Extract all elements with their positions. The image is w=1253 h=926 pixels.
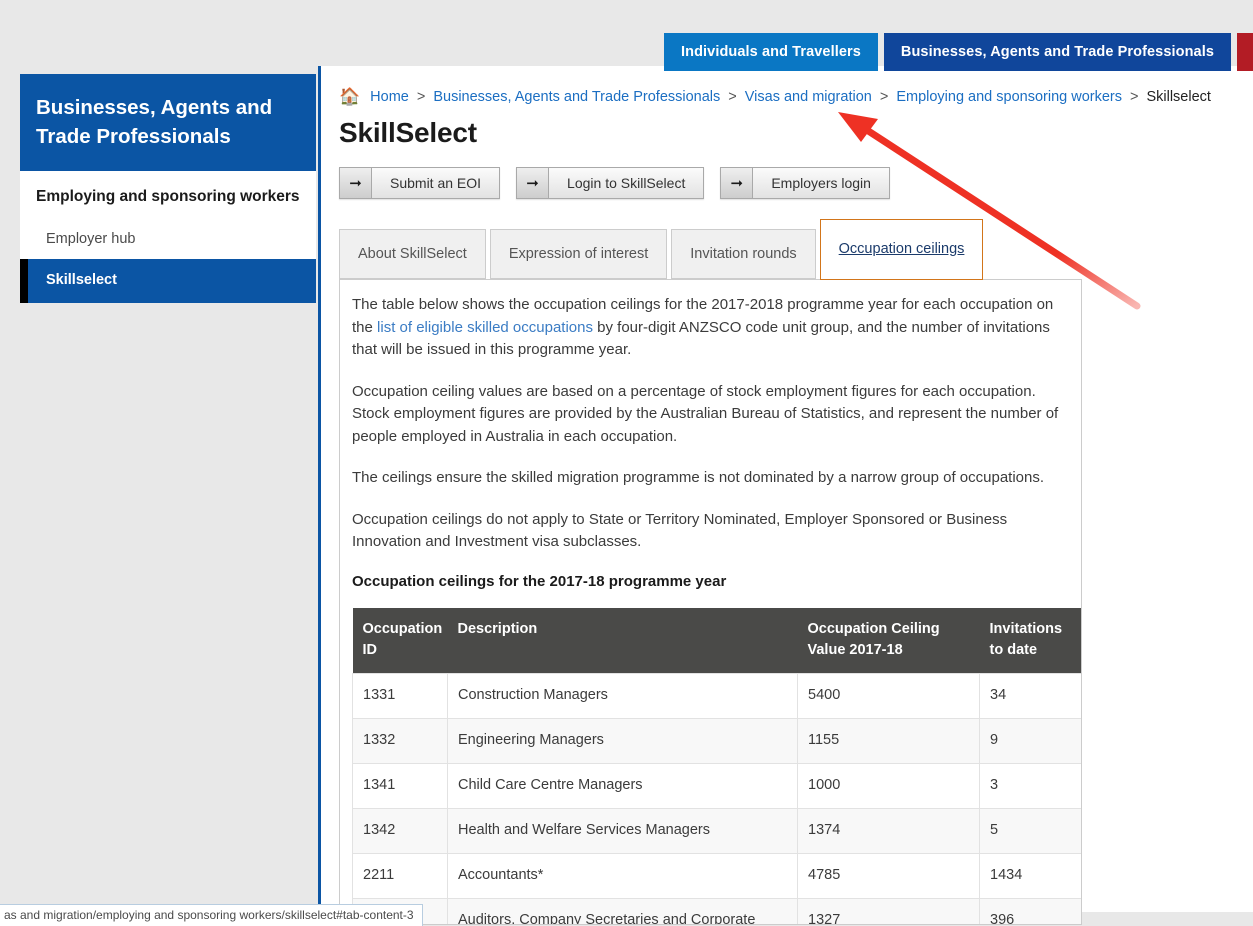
- top-audience-nav: Individuals and Travellers Businesses, A…: [664, 33, 1253, 71]
- sidebar-section-title-employing-and-sponsoring-workers: Employing and sponsoring workers: [36, 188, 300, 205]
- column-header-occupation-ceiling-value: Occupation Ceiling Value 2017-18: [797, 607, 980, 673]
- cell-occupation-id: 1331: [352, 672, 448, 719]
- cell-invitations-to-date: 9: [979, 717, 1081, 764]
- cell-description: Child Care Centre Managers: [447, 762, 798, 809]
- table-header-row: Occupation ID Description Occupation Cei…: [352, 607, 1081, 673]
- table-row: 1341 Child Care Centre Managers 1000 3: [352, 762, 1081, 809]
- breadcrumb-item-visas-and-migration[interactable]: Visas and migration: [745, 89, 872, 105]
- column-header-invitations-to-date: Invitations to date: [979, 607, 1081, 673]
- cell-invitations-to-date: 34: [979, 672, 1081, 719]
- table-row: 2212Auditors, Company Secretaries and Co…: [352, 897, 1081, 924]
- login-to-skillselect-button[interactable]: ➞ Login to SkillSelect: [516, 167, 705, 199]
- arrow-right-icon: ➞: [721, 168, 754, 198]
- cell-occupation-ceiling-value: 1327: [797, 897, 980, 924]
- action-button-group: ➞ Submit an EOI ➞ Login to SkillSelect ➞…: [321, 149, 1253, 199]
- page-title: SkillSelect: [339, 117, 477, 148]
- paragraph-ceilings-exclusions: Occupation ceilings do not apply to Stat…: [352, 510, 1008, 551]
- cell-occupation-id: 2211: [352, 852, 448, 899]
- browser-status-bar: as and migration/employing and sponsorin…: [0, 904, 423, 926]
- table-caption: Occupation ceilings for the 2017-18 prog…: [352, 572, 727, 590]
- breadcrumb-item-skillselect: Skillselect: [1146, 88, 1211, 105]
- arrow-right-icon: ➞: [340, 168, 372, 198]
- home-icon[interactable]: 🏠: [339, 88, 360, 105]
- cell-invitations-to-date: 396: [979, 897, 1081, 924]
- top-nav-businesses-agents-trade-professionals[interactable]: Businesses, Agents and Trade Professiona…: [883, 33, 1232, 71]
- sidebar: Businesses, Agents and Trade Professiona…: [20, 74, 316, 303]
- login-to-skillselect-button-label: Login to SkillSelect: [567, 175, 686, 191]
- top-nav-individuals-and-travellers[interactable]: Individuals and Travellers: [664, 33, 878, 71]
- table-row: 1331 Construction Managers 5400 34: [352, 672, 1081, 719]
- column-header-description: Description: [447, 607, 798, 673]
- tab-occupation-ceilings[interactable]: Occupation ceilings: [819, 219, 984, 280]
- breadcrumb-item-employing-and-sponsoring-workers[interactable]: Employing and sponsoring workers: [896, 89, 1122, 105]
- employers-login-button[interactable]: ➞ Employers login: [720, 167, 890, 199]
- cell-occupation-ceiling-value: 5400: [797, 672, 980, 719]
- breadcrumb: 🏠 Home > Businesses, Agents and Trade Pr…: [321, 66, 1253, 105]
- link-list-of-eligible-skilled-occupations[interactable]: list of eligible skilled occupations: [377, 319, 593, 336]
- submit-an-eoi-button[interactable]: ➞ Submit an EOI: [339, 167, 501, 199]
- table-row: 2211 Accountants* 4785 1434: [352, 852, 1081, 899]
- main-content-panel: 🏠 Home > Businesses, Agents and Trade Pr…: [318, 66, 1253, 925]
- cell-description: Construction Managers: [447, 672, 798, 719]
- cell-occupation-ceiling-value: 1155: [797, 717, 980, 764]
- tab-expression-of-interest[interactable]: Expression of interest: [489, 229, 668, 279]
- table-body: 1331 Construction Managers 5400 34 1332 Engin…: [352, 672, 1081, 924]
- cell-invitations-to-date: 1434: [979, 852, 1081, 899]
- submit-an-eoi-button-label: Submit an EOI: [390, 175, 482, 191]
- table-row: 1342 Health and Welfare Services Managers…: [352, 807, 1081, 854]
- cell-occupation-ceiling-value: 4785: [797, 852, 980, 899]
- employers-login-button-label: Employers login: [771, 175, 871, 191]
- breadcrumb-separator: >: [416, 88, 426, 105]
- cell-description: Auditors, Company Secretaries and Corpor…: [447, 897, 798, 924]
- breadcrumb-separator: >: [1129, 88, 1139, 105]
- tab-invitation-rounds[interactable]: Invitation rounds: [671, 229, 816, 279]
- tab-panel-occupation-ceilings: The table below shows the occupation cei…: [339, 279, 1082, 925]
- occupation-ceilings-table: Occupation ID Description Occupation Cei…: [352, 607, 1081, 924]
- column-header-occupation-id: Occupation ID: [352, 607, 448, 673]
- paragraph-ceiling-values: Occupation ceiling values are based on a…: [352, 382, 1059, 445]
- tab-about-skillselect[interactable]: About SkillSelect: [339, 229, 486, 279]
- sidebar-item-skillselect[interactable]: Skillselect: [20, 259, 316, 303]
- breadcrumb-separator: >: [728, 88, 737, 105]
- cell-description: Accountants*: [447, 852, 798, 899]
- sidebar-header-title: Businesses, Agents and Trade Professiona…: [20, 74, 316, 171]
- intro-paragraph: The table below shows the occupation cei…: [352, 294, 1067, 362]
- paragraph-ceilings-ensure: The ceilings ensure the skilled migratio…: [352, 469, 1045, 486]
- breadcrumb-separator: >: [879, 88, 889, 105]
- cell-invitations-to-date: 5: [979, 807, 1081, 854]
- cell-occupation-id: 1332: [352, 717, 448, 764]
- cell-description: Engineering Managers: [447, 717, 798, 764]
- cell-occupation-id: 1342: [352, 807, 448, 854]
- tab-bar: About SkillSelect Expression of interest…: [321, 199, 1253, 280]
- top-nav-australian-citizenship[interactable]: Austr: [1237, 33, 1253, 71]
- cell-occupation-id: 1341: [352, 762, 448, 809]
- arrow-right-icon: ➞: [517, 168, 550, 198]
- table-row: 1332 Engineering Managers 1155 9: [352, 717, 1081, 764]
- cell-occupation-ceiling-value: 1000: [797, 762, 980, 809]
- table-header: Occupation ID Description Occupation Cei…: [352, 607, 1081, 673]
- cell-occupation-ceiling-value: 1374: [797, 807, 980, 854]
- breadcrumb-item-businesses-agents-trade-professionals[interactable]: Businesses, Agents and Trade Professiona…: [433, 89, 720, 105]
- sidebar-item-employer-hub[interactable]: Employer hub: [20, 221, 316, 259]
- breadcrumb-item-home[interactable]: Home: [370, 89, 409, 105]
- cell-description: Health and Welfare Services Managers: [447, 807, 798, 854]
- cell-invitations-to-date: 3: [979, 762, 1081, 809]
- sidebar-nav-list: Employing and sponsoring workers Employe…: [20, 171, 316, 303]
